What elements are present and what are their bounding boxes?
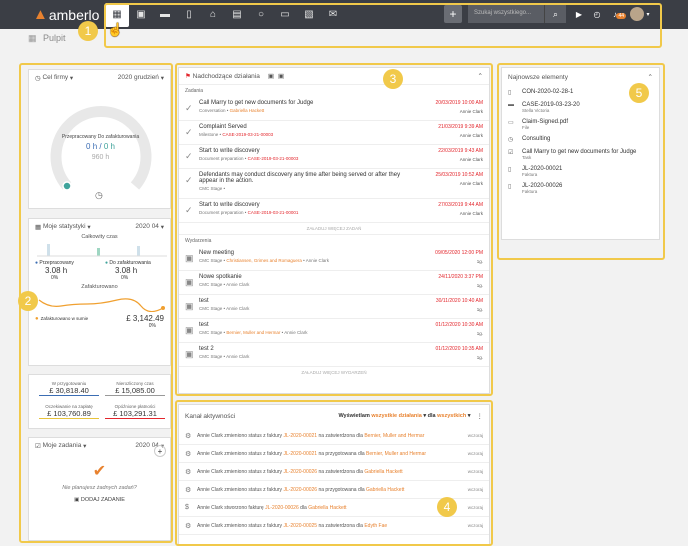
cursor-hand-icon: ☝ [107,22,124,37]
marker-4: 4 [437,497,457,517]
dashboard-icon: ▦ [28,33,37,43]
highlight-area-1 [104,3,662,48]
marker-5: 5 [629,83,649,103]
highlight-area-4 [175,400,493,546]
logo-text: amberlo [48,6,100,23]
marker-2: 2 [18,291,38,311]
breadcrumb: ▦ Pulpit [28,33,66,43]
marker-1: 1 [78,21,98,41]
highlight-area-2 [19,63,173,543]
highlight-area-3 [175,63,493,396]
page-title: Pulpit [43,33,66,43]
marker-3: 3 [383,69,403,89]
